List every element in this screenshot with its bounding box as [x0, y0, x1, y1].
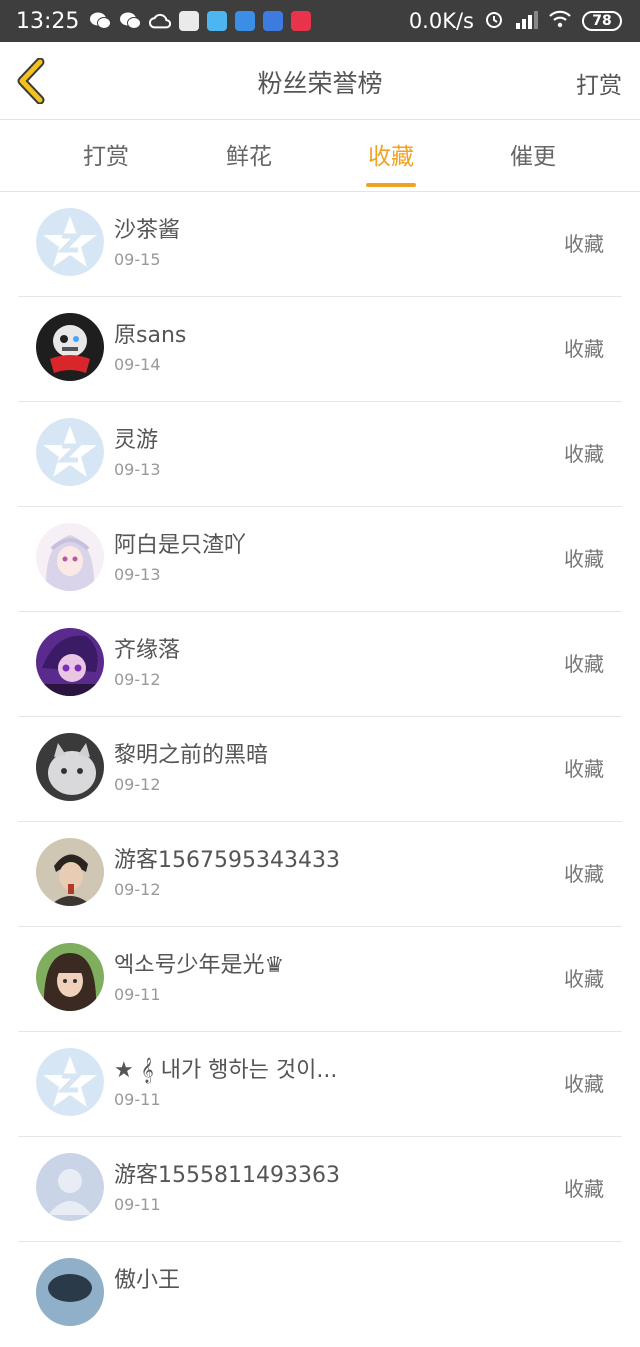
list-item[interactable]: 黎明之前的黑暗 09-12 收藏: [18, 717, 622, 822]
default-star-avatar: [36, 418, 104, 486]
list-item[interactable]: 齐缘落 09-12 收藏: [18, 612, 622, 717]
fan-action: 收藏: [564, 652, 604, 676]
wifi-icon: [548, 9, 572, 34]
fan-date: 09-12: [114, 880, 161, 899]
photo-avatar: [36, 943, 104, 1011]
app-header: 粉丝荣誉榜 打赏: [0, 42, 640, 120]
tab-urge-update[interactable]: 催更: [473, 120, 593, 191]
tab-flowers[interactable]: 鲜花: [189, 120, 309, 191]
fan-name: 傲小王: [114, 1268, 181, 1293]
default-person-avatar: [36, 1153, 104, 1221]
fan-name: 原sans: [114, 323, 187, 348]
active-tab-indicator: [366, 183, 416, 187]
tab-reward[interactable]: 打赏: [46, 120, 166, 191]
status-bar: 13:25 0.0K/s 78: [0, 0, 640, 42]
app-icon: [235, 11, 256, 31]
baidu-app-icon: [263, 11, 284, 31]
fan-name: 엑소号少年是光♛: [114, 953, 285, 978]
default-star-avatar: [36, 1048, 104, 1116]
photo-avatar: [36, 628, 104, 696]
fan-name: 游客1555811493363: [114, 1163, 340, 1188]
fan-action: 收藏: [564, 547, 604, 571]
list-item[interactable]: ★ 𝄞 내가 행하는 것이... 09-11 收藏: [18, 1032, 622, 1137]
list-item[interactable]: 灵游 09-13 收藏: [18, 402, 622, 507]
fan-action: 收藏: [564, 442, 604, 466]
fan-action: 收藏: [564, 1072, 604, 1096]
default-star-avatar: [36, 208, 104, 276]
fan-list: 沙茶酱 09-15 收藏 原sans 09-14 收藏 灵游 09-13 收藏 …: [0, 192, 640, 1347]
browser-app-icon: [207, 11, 228, 31]
fan-date: 09-13: [114, 460, 161, 479]
battery-indicator: 78: [582, 11, 622, 31]
list-item[interactable]: 游客1567595343433 09-12 收藏: [18, 822, 622, 927]
photo-avatar: [36, 733, 104, 801]
fan-name: 齐缘落: [114, 638, 181, 663]
map-app-icon: [179, 11, 200, 31]
list-item[interactable]: 엑소号少年是光♛ 09-11 收藏: [18, 927, 622, 1032]
tab-label: 催更: [510, 144, 556, 170]
list-item[interactable]: 沙茶酱 09-15 收藏: [18, 192, 622, 297]
reward-button[interactable]: 打赏: [576, 66, 622, 100]
status-time: 13:25: [16, 8, 80, 34]
fan-date: 09-14: [114, 355, 161, 374]
fan-date: 09-11: [114, 1090, 161, 1109]
fan-date: 09-15: [114, 250, 161, 269]
tab-label: 收藏: [368, 144, 414, 170]
fan-name: 沙茶酱: [114, 218, 181, 243]
fan-name: 游客1567595343433: [114, 848, 340, 873]
status-right: 0.0K/s 78: [409, 9, 622, 34]
wechat-icon: [119, 10, 142, 32]
fan-date: 09-12: [114, 775, 161, 794]
page-title: 粉丝荣誉榜: [257, 69, 383, 98]
photo-avatar: [36, 838, 104, 906]
list-item[interactable]: 阿白是只渣吖 09-13 收藏: [18, 507, 622, 612]
fan-date: 09-12: [114, 670, 161, 689]
signal-icon: [514, 9, 538, 34]
list-item[interactable]: 游客1555811493363 09-11 收藏: [18, 1137, 622, 1242]
fan-action: 收藏: [564, 757, 604, 781]
fan-date: 09-11: [114, 985, 161, 1004]
list-item[interactable]: 傲小王: [18, 1242, 622, 1347]
network-speed: 0.0K/s: [408, 9, 474, 33]
wechat-icon: [89, 10, 112, 32]
fan-name: 灵游: [114, 428, 159, 453]
photo-avatar: [36, 523, 104, 591]
video-app-icon: [291, 11, 312, 31]
fan-action: 收藏: [564, 337, 604, 361]
fan-action: 收藏: [564, 862, 604, 886]
tab-label: 打赏: [83, 144, 129, 170]
fan-name: 黎明之前的黑暗: [114, 743, 269, 768]
fan-date: 09-13: [114, 565, 161, 584]
tab-label: 鲜花: [226, 144, 272, 170]
photo-avatar: [36, 1258, 104, 1326]
fan-name: 阿白是只渣吖: [114, 533, 247, 558]
notification-icons: [89, 10, 312, 32]
photo-avatar: [36, 313, 104, 381]
tab-bar: 打赏 鲜花 收藏 催更: [0, 120, 640, 192]
fan-name: ★ 𝄞 내가 행하는 것이...: [114, 1058, 338, 1083]
fan-date: 09-11: [114, 1195, 161, 1214]
alarm-icon: [484, 9, 504, 34]
fan-action: 收藏: [564, 232, 604, 256]
cloud-icon: [149, 10, 172, 32]
fan-action: 收藏: [564, 967, 604, 991]
tab-favorites[interactable]: 收藏: [331, 120, 451, 191]
list-item[interactable]: 原sans 09-14 收藏: [18, 297, 622, 402]
fan-action: 收藏: [564, 1177, 604, 1201]
